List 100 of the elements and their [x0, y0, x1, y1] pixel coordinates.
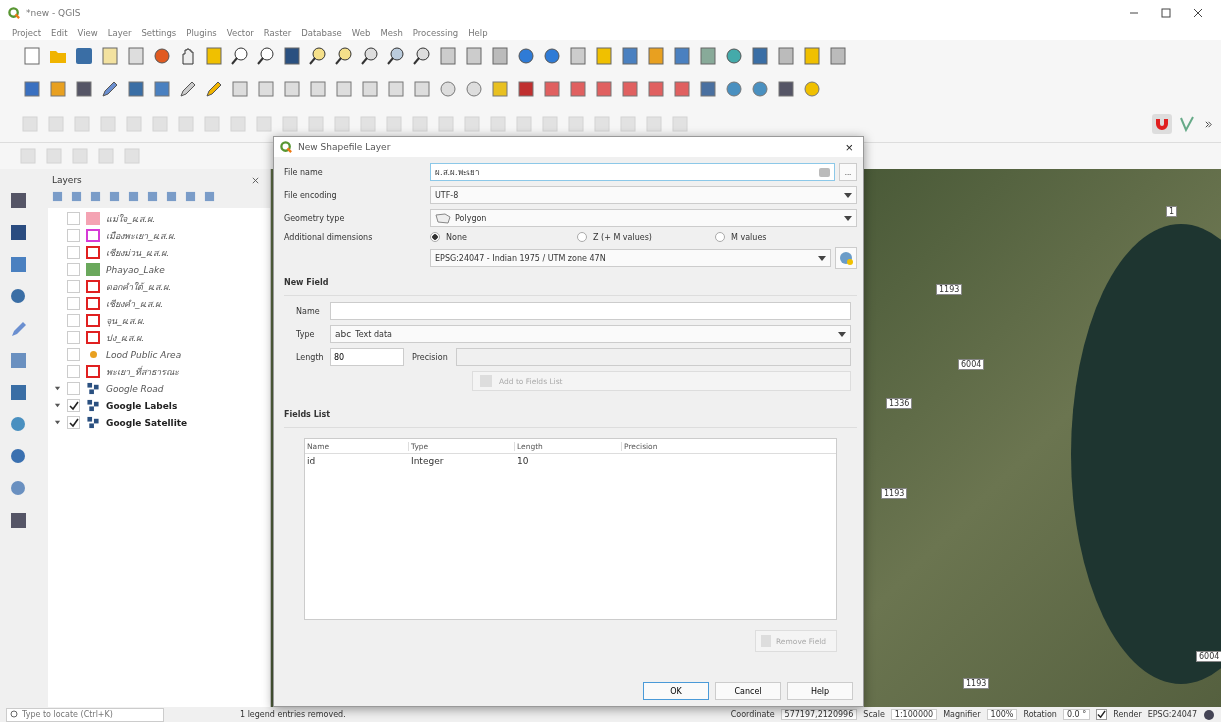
layer-name[interactable]: Lood Public Area [106, 349, 182, 360]
road-label: 1336 [886, 398, 913, 409]
panel-tool-icon[interactable] [109, 191, 120, 202]
menu-item[interactable]: Plugins [186, 28, 217, 38]
radio-button[interactable] [715, 232, 725, 242]
layer-checkbox[interactable] [67, 399, 80, 412]
magnet-icon[interactable] [1152, 114, 1172, 134]
type-dropdown[interactable]: abc Text data [330, 325, 851, 343]
document-icon[interactable] [100, 46, 120, 66]
layer-checkbox[interactable] [67, 280, 80, 293]
pencil-icon[interactable] [100, 79, 120, 99]
table-cell-text: id [306, 456, 317, 466]
layer-name[interactable]: Phayao_Lake [106, 264, 165, 275]
status-message: 1 legend entries removed. [240, 710, 346, 719]
magnifier-icon[interactable] [308, 46, 328, 66]
menu-item[interactable]: Help [468, 28, 488, 38]
render-checkbox[interactable] [1096, 709, 1108, 720]
menu-item[interactable]: Database [301, 28, 342, 38]
layer-name[interactable]: เชียงคำ_ผ.ส.ผ. [106, 296, 164, 311]
layer-name[interactable]: Google Labels [106, 400, 178, 411]
layer-name[interactable]: พะเยา_ที่สาธารณะ [106, 364, 179, 379]
menu-item[interactable]: Web [351, 28, 371, 38]
layer-name[interactable]: ปง_ผ.ส.ผ. [106, 330, 145, 345]
layer-checkbox[interactable] [67, 348, 80, 361]
file-name-field[interactable]: ผ.ส.ผ.พะเยา [430, 163, 835, 181]
zoom-out-icon[interactable] [256, 46, 276, 66]
layer-name[interactable]: แม่ใจ_ผ.ส.ผ. [106, 211, 156, 226]
expand-arrow-icon[interactable] [54, 385, 61, 392]
crs-dropdown[interactable]: EPSG:24047 - Indian 1975 / UTM zone 47N [430, 249, 831, 267]
name-field[interactable] [330, 302, 851, 320]
menu-item[interactable]: Project [12, 28, 42, 38]
magnifier-icon[interactable] [386, 46, 406, 66]
maximize-icon[interactable] [1161, 8, 1171, 18]
panel-tool-icon[interactable] [204, 191, 215, 202]
magnifier-icon[interactable] [412, 46, 432, 66]
panel-tool-icon[interactable] [52, 191, 63, 202]
panel-tool-icon[interactable] [147, 191, 158, 202]
scale-field[interactable]: 1:100000 [890, 709, 938, 720]
layer-name[interactable]: จุน_ผ.ส.ผ. [106, 313, 146, 328]
document-icon[interactable] [126, 46, 146, 66]
layer-checkbox[interactable] [67, 331, 80, 344]
dialog-button[interactable]: OK [643, 682, 709, 700]
document-icon[interactable] [22, 46, 42, 66]
radio-button[interactable] [577, 232, 587, 242]
layer-checkbox[interactable] [67, 297, 80, 310]
clear-icon[interactable] [819, 167, 830, 177]
radio-button[interactable] [430, 232, 440, 242]
layer-checkbox[interactable] [67, 365, 80, 378]
zoom-in-icon[interactable] [230, 46, 250, 66]
expand-arrow-icon[interactable] [54, 419, 61, 426]
menu-item[interactable]: Edit [51, 28, 68, 38]
panel-tool-icon[interactable] [128, 191, 139, 202]
length-field[interactable]: 80 [330, 348, 404, 366]
panel-tool-icon[interactable] [185, 191, 196, 202]
layer-name[interactable]: เชียงม่วน_ผ.ส.ผ. [106, 245, 170, 260]
locate-field[interactable]: Type to locate (Ctrl+K) [6, 707, 164, 722]
radio-label: M values [731, 232, 767, 242]
layer-name[interactable]: Google Road [106, 383, 164, 394]
pencil-icon[interactable] [9, 319, 29, 339]
panel-tool-icon[interactable] [166, 191, 177, 202]
close-icon[interactable] [251, 175, 260, 185]
chevron-icon[interactable] [1204, 119, 1213, 129]
layer-checkbox[interactable] [67, 246, 80, 259]
menu-item[interactable]: Vector [226, 28, 254, 38]
panel-tool-icon[interactable] [90, 191, 101, 202]
menu-item[interactable]: Raster [263, 28, 292, 38]
encoding-dropdown[interactable]: UTF-8 [430, 186, 857, 204]
layer-name[interactable]: ดอกคำใต้_ผ.ส.ผ. [106, 279, 172, 294]
magnifier-field[interactable]: 100% [986, 709, 1018, 720]
layer-name[interactable]: เมืองพะเยา_ผ.ส.ผ. [106, 228, 177, 243]
pencil-icon[interactable] [178, 79, 198, 99]
magnifier-icon[interactable] [360, 46, 380, 66]
menu-item[interactable]: Mesh [380, 28, 403, 38]
layer-checkbox[interactable] [67, 212, 80, 225]
dialog-button[interactable]: Cancel [715, 682, 781, 700]
render-label: Render [1113, 710, 1142, 719]
layer-checkbox[interactable] [67, 314, 80, 327]
layer-checkbox[interactable] [67, 382, 80, 395]
layer-checkbox[interactable] [67, 263, 80, 276]
pencil-icon[interactable] [204, 79, 224, 99]
rotation-field[interactable]: 0.0 ° [1062, 709, 1091, 720]
crs-button[interactable]: EPSG:24047 [1147, 710, 1197, 719]
dialog-button[interactable]: Help [787, 682, 853, 700]
expand-arrow-icon[interactable] [54, 402, 61, 409]
coordinate-field[interactable]: 577197,2120996 [780, 709, 858, 720]
magnifier-icon[interactable] [334, 46, 354, 66]
geometry-type-dropdown[interactable]: Polygon [430, 209, 857, 227]
menu-item[interactable]: Processing [412, 28, 459, 38]
field-label: Precision [412, 352, 448, 362]
menu-item[interactable]: Settings [141, 28, 177, 38]
layer-checkbox[interactable] [67, 416, 80, 429]
browse-button[interactable]: ... [839, 163, 857, 181]
menu-item[interactable]: Layer [107, 28, 132, 38]
close-icon[interactable] [1193, 8, 1203, 18]
panel-tool-icon[interactable] [71, 191, 82, 202]
close-button[interactable]: × [841, 139, 857, 155]
layer-name[interactable]: Google Satellite [106, 417, 188, 428]
menu-item[interactable]: View [77, 28, 98, 38]
crs-select-button[interactable] [835, 247, 857, 269]
layer-checkbox[interactable] [67, 229, 80, 242]
